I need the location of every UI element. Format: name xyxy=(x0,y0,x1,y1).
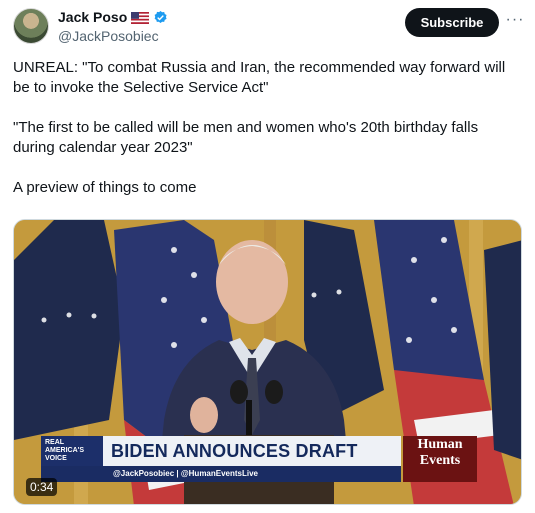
news-chyron: REAL AMERICA'S VOICE BIDEN ANNOUNCES DRA… xyxy=(41,436,401,482)
verified-badge-icon xyxy=(153,10,168,25)
author-name-row[interactable]: Jack Poso xyxy=(58,9,168,25)
video-duration-badge: 0:34 xyxy=(26,478,58,496)
more-options-icon[interactable]: ··· xyxy=(506,10,524,30)
chyron-headline: BIDEN ANNOUNCES DRAFT xyxy=(111,441,358,461)
brand-logo: Human Events xyxy=(403,436,477,482)
chyron-subline-bar: @JackPosobiec | @HumanEventsLive xyxy=(41,466,401,482)
logo-text: VOICE xyxy=(45,455,67,462)
video-player[interactable]: REAL AMERICA'S VOICE BIDEN ANNOUNCES DRA… xyxy=(13,219,522,505)
tweet-paragraph: UNREAL: "To combat Russia and Iran, the … xyxy=(13,59,506,96)
tweet-text: UNREAL: "To combat Russia and Iran, the … xyxy=(13,58,518,218)
chyron-subline: @JackPosobiec | @HumanEventsLive xyxy=(113,469,259,478)
logo-text: AMERICA'S xyxy=(45,447,84,454)
us-flag-icon xyxy=(131,11,150,24)
brand-title-line: Human xyxy=(417,437,463,452)
tweet-paragraph: A preview of things to come xyxy=(13,179,197,196)
avatar[interactable] xyxy=(13,8,49,44)
author-name[interactable]: Jack Poso xyxy=(58,9,127,25)
brand-title-line: Events xyxy=(419,453,461,468)
tweet-paragraph: "The first to be called will be men and … xyxy=(13,119,479,156)
tweet-header: Jack Poso @JackPosobiec Subscribe ··· xyxy=(0,0,535,56)
subscribe-button[interactable]: Subscribe xyxy=(405,8,499,37)
logo-text: REAL xyxy=(45,439,65,446)
author-handle[interactable]: @JackPosobiec xyxy=(58,28,159,44)
